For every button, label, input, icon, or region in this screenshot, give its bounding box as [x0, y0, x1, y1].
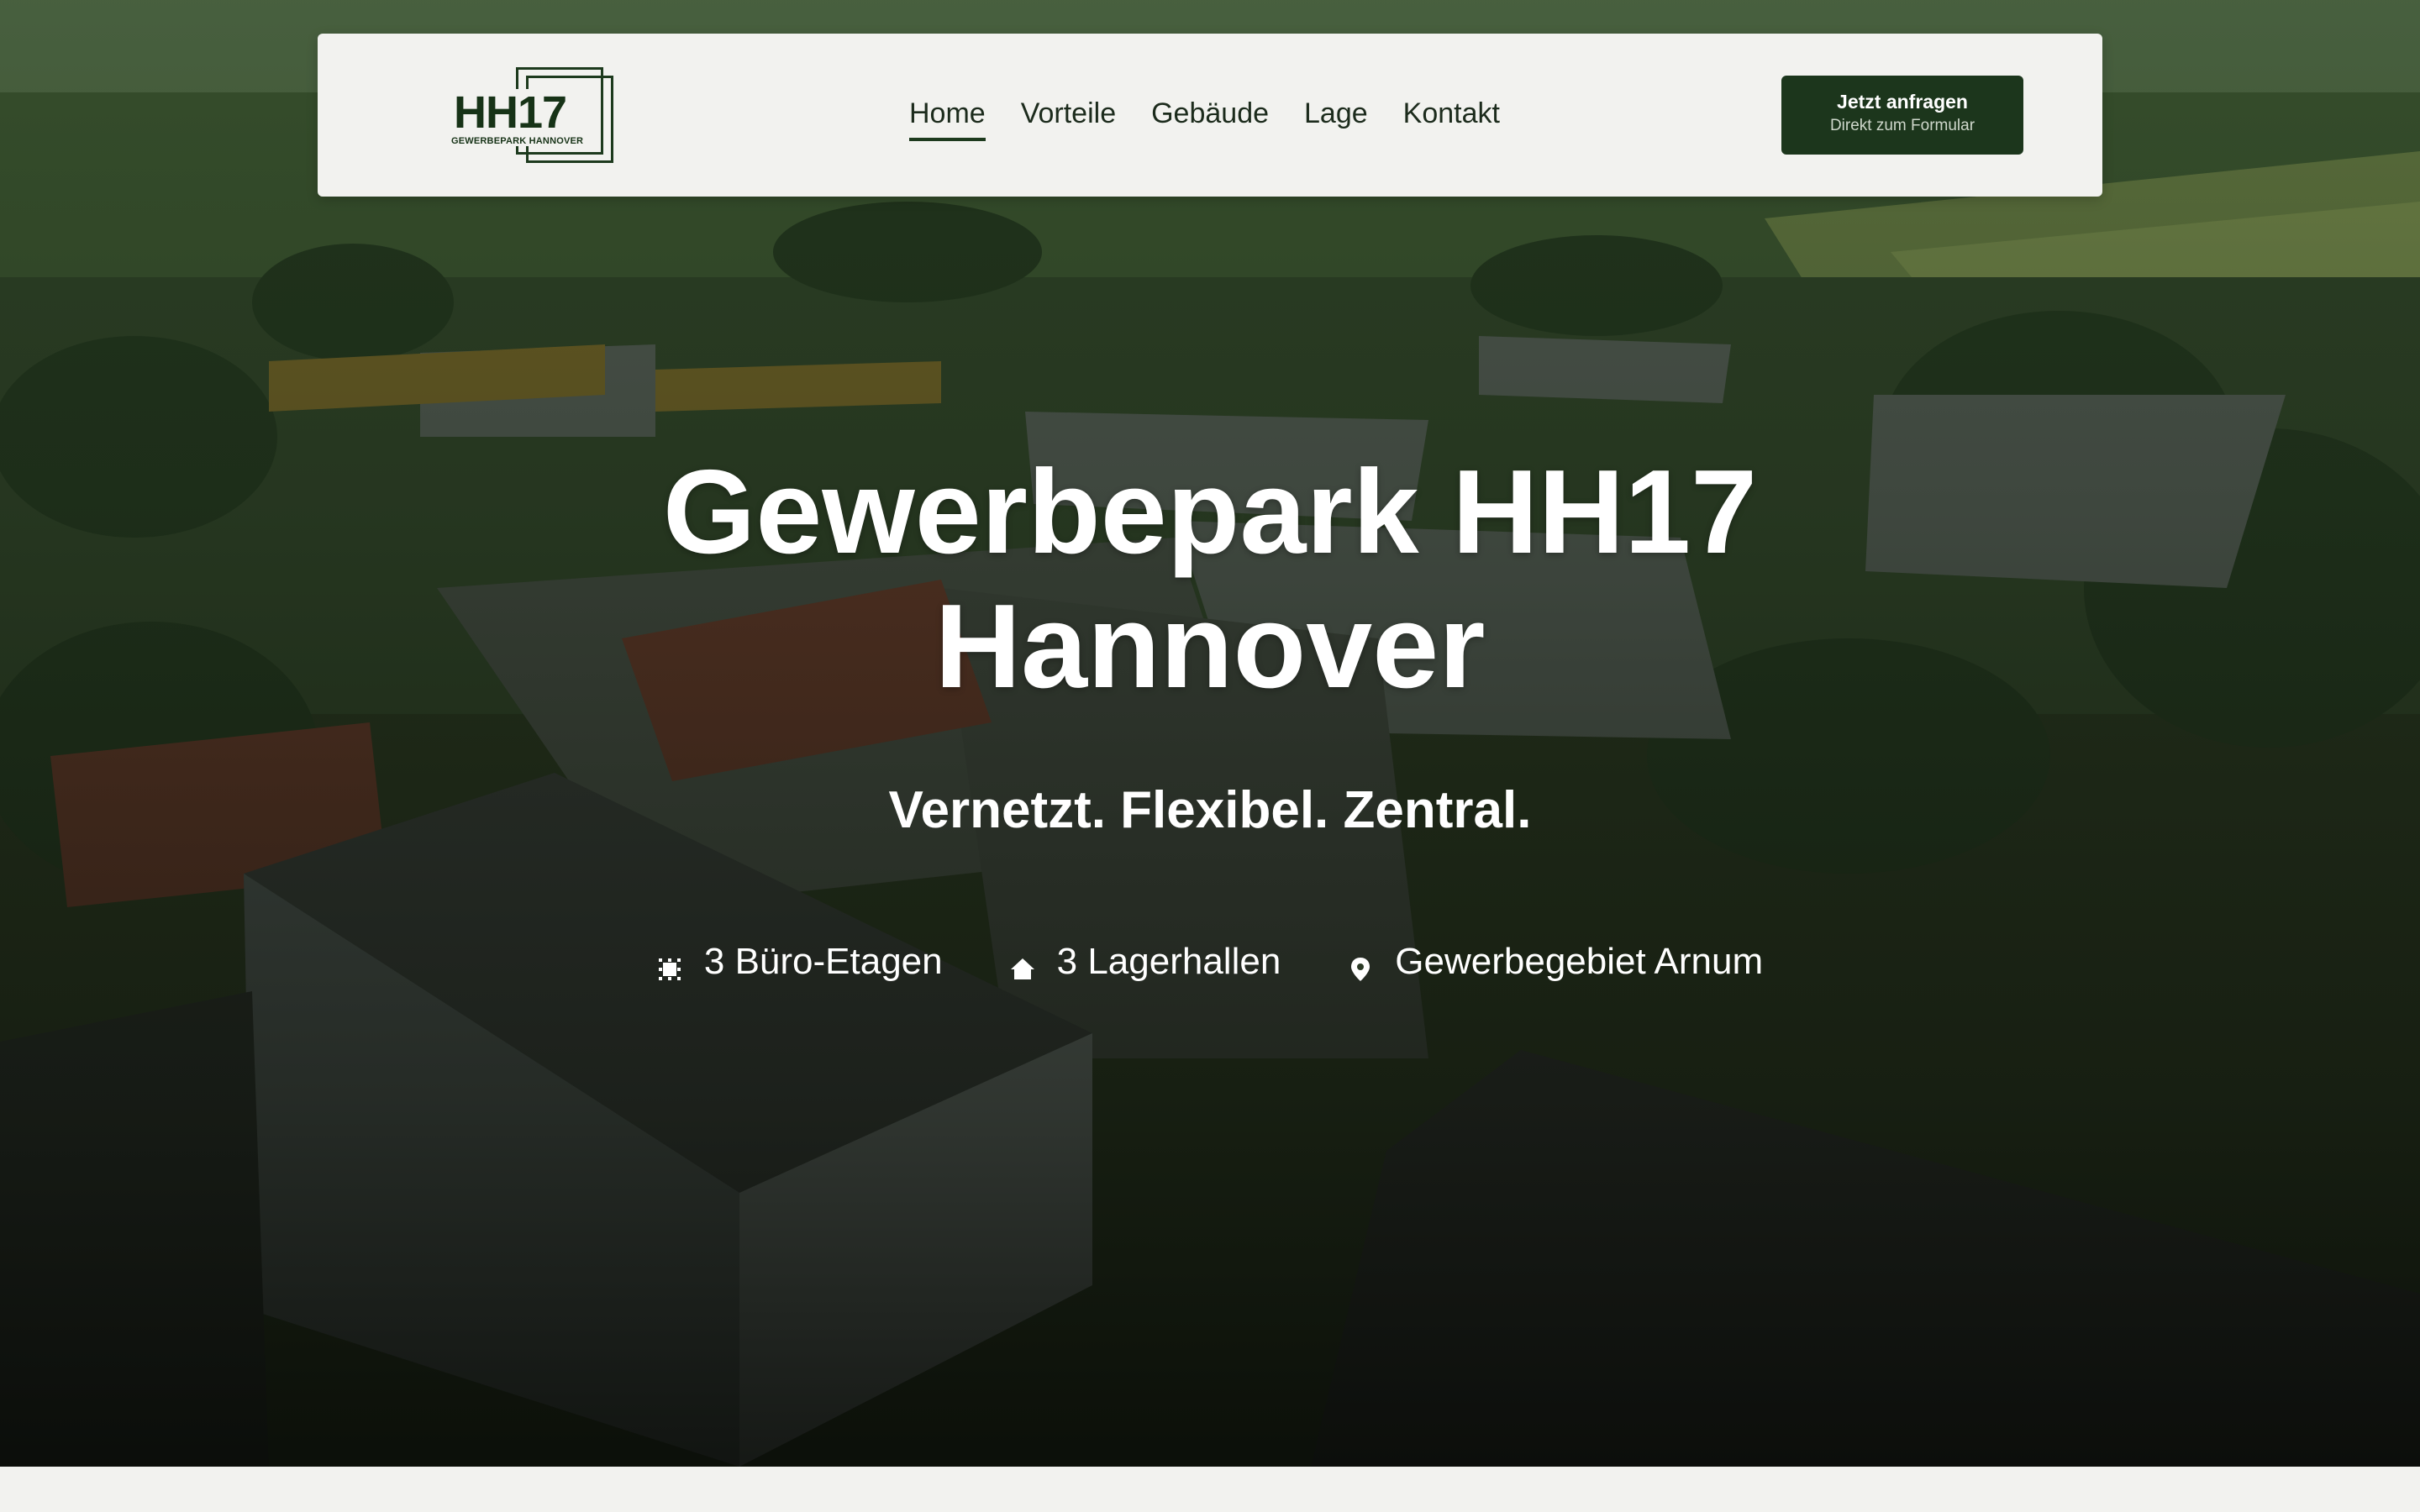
request-button-label: Jetzt anfragen — [1837, 91, 1968, 113]
site-logo[interactable]: HH17 GEWERBEPARK HANNOVER — [449, 66, 613, 165]
main-menu: Home Vorteile Gebäude Lage Kontakt — [909, 94, 1535, 141]
office-floor-icon — [657, 949, 682, 980]
request-button[interactable]: Jetzt anfragen Direkt zum Formular — [1781, 76, 2023, 155]
nav-link-gebaeude[interactable]: Gebäude — [1151, 94, 1269, 133]
hero-overlay — [0, 0, 2420, 1467]
feature-location: Gewerbegebiet Arnum — [1348, 941, 1763, 983]
feature-warehouses-label: 3 Lagerhallen — [1056, 941, 1281, 982]
request-button-sublabel: Direkt zum Formular — [1829, 117, 1975, 134]
nav-link-vorteile[interactable]: Vorteile — [1021, 94, 1116, 133]
hero-section: Gewerbepark HH17 Hannover Vernetzt. Flex… — [0, 0, 2420, 1467]
home-icon — [1010, 949, 1035, 979]
nav-link-home[interactable]: Home — [909, 94, 986, 141]
nav-link-kontakt[interactable]: Kontakt — [1403, 94, 1500, 133]
hero-subtitle: Vernetzt. Flexibel. Zentral. — [888, 781, 1532, 839]
logo-subtitle: GEWERBEPARK HANNOVER — [449, 136, 587, 146]
nav-link-lage[interactable]: Lage — [1304, 94, 1368, 133]
top-navbar: HH17 GEWERBEPARK HANNOVER Home Vorteile … — [318, 34, 2102, 197]
hero-title: Gewerbepark HH17 Hannover — [0, 445, 2420, 714]
hero-title-line-2: Hannover — [934, 580, 1486, 713]
hero-features: 3 Büro-Etagen 3 Lagerhallen Gewerbegebie… — [0, 941, 2420, 983]
feature-office-floors: 3 Büro-Etagen — [657, 941, 943, 983]
feature-location-label: Gewerbegebiet Arnum — [1395, 941, 1764, 982]
feature-warehouses: 3 Lagerhallen — [1010, 941, 1281, 983]
logo-mark: HH17 — [450, 89, 571, 136]
hero-title-line-1: Gewerbepark HH17 — [662, 445, 1758, 579]
map-pin-icon — [1348, 949, 1373, 981]
next-section-edge — [0, 1467, 2420, 1512]
feature-office-floors-label: 3 Büro-Etagen — [703, 941, 943, 982]
